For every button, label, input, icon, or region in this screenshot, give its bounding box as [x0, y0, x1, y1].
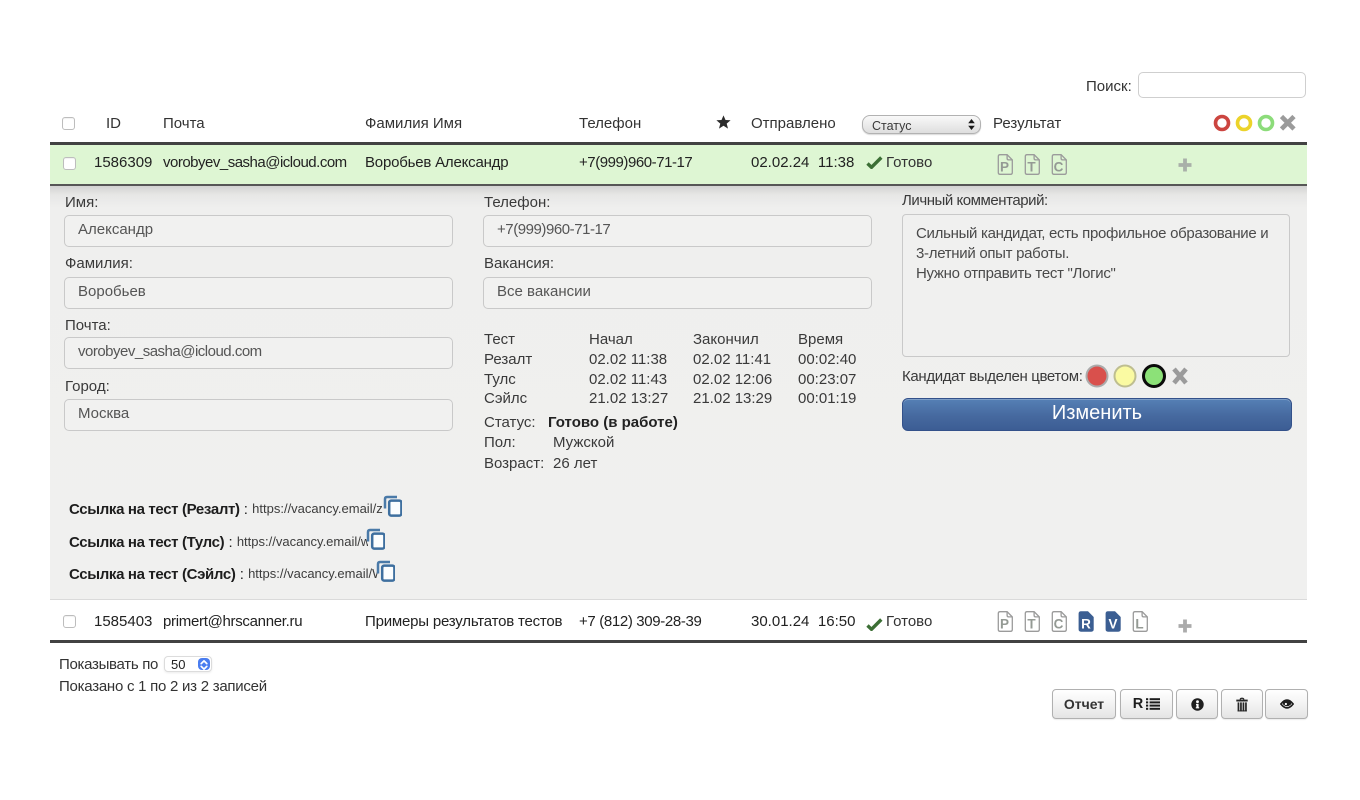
svg-text:T: T: [1027, 617, 1036, 632]
svg-text:P: P: [1000, 617, 1009, 632]
svg-text:C: C: [1054, 617, 1064, 632]
svg-text:R: R: [1081, 617, 1091, 632]
svg-text:V: V: [1108, 617, 1117, 632]
svg-text:P: P: [1000, 160, 1009, 175]
svg-text:T: T: [1027, 160, 1036, 175]
svg-text:C: C: [1054, 160, 1064, 175]
svg-text:L: L: [1135, 617, 1143, 632]
